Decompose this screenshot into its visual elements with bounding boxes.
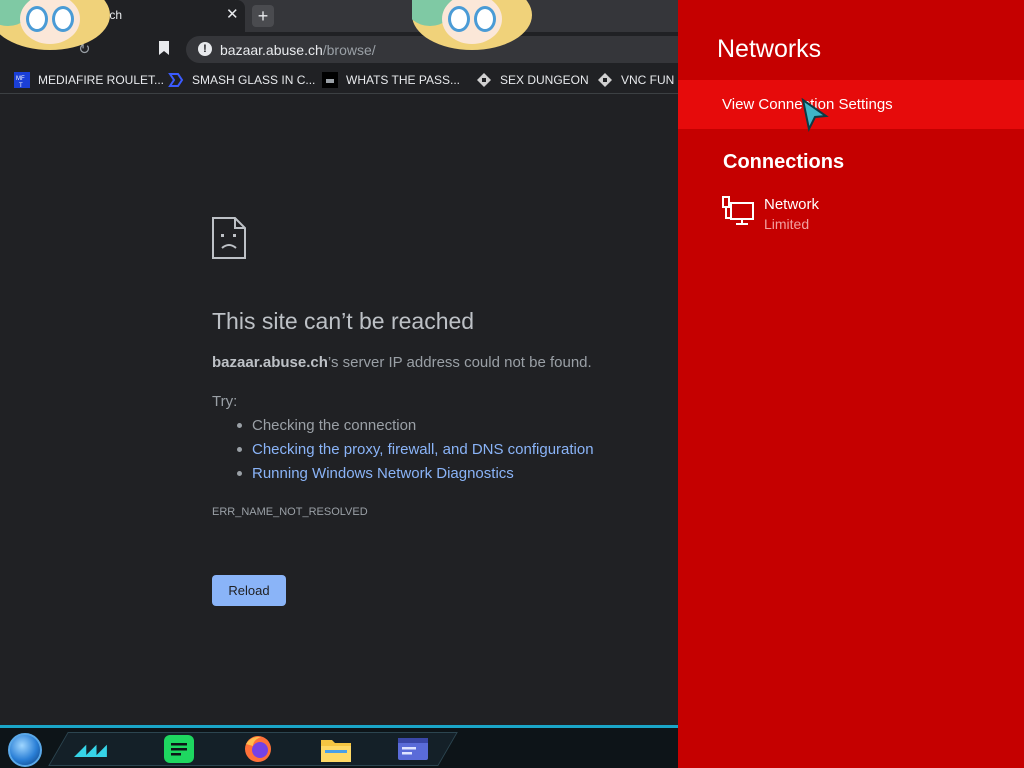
suggestion-link-proxy[interactable]: Checking the proxy, firewall, and DNS co…: [237, 441, 594, 465]
try-label: Try:: [212, 393, 238, 410]
sad-page-icon: [212, 217, 246, 259]
error-host: bazaar.abuse.ch: [212, 354, 328, 371]
bookmarks-bar: MF T MEDIAFIRE ROULET... SMASH GLASS IN C…: [0, 66, 678, 94]
url-host: bazaar.abuse.ch: [220, 42, 323, 58]
taskbar: ◢◢◢: [0, 725, 678, 768]
bookmark-label: VNC FUN: [621, 73, 675, 87]
error-page: This site can’t be reached bazaar.abuse.…: [0, 95, 678, 725]
firefox-icon[interactable]: [241, 734, 275, 764]
bookmark-app-icon: [598, 73, 612, 87]
character-sticker-icon: [0, 0, 110, 60]
panel-title: Networks: [717, 35, 822, 63]
bookmark-item[interactable]: SMASH GLASS IN C...: [168, 72, 315, 88]
bookmark-app-icon: [322, 72, 338, 88]
network-connection-item[interactable]: Network Limited: [722, 193, 922, 239]
suggestion-list: Checking the connection Checking the pro…: [237, 417, 594, 489]
bookmark-item[interactable]: WHATS THE PASS...: [322, 72, 460, 88]
reload-button[interactable]: Reload: [212, 575, 286, 606]
connections-heading: Connections: [723, 151, 845, 173]
error-code: ERR_NAME_NOT_RESOLVED: [212, 506, 368, 518]
svg-text:MF: MF: [16, 76, 25, 82]
bookmark-label: SEX DUNGEON: [500, 73, 589, 87]
network-name: Network: [764, 196, 820, 213]
network-status: Limited: [764, 216, 810, 232]
browser-window: .ch ✕ + ↻ ! bazaar.abuse.ch/browse/ MF T …: [0, 0, 686, 768]
mouse-cursor-icon: [801, 98, 829, 132]
chat-app-icon[interactable]: [162, 734, 196, 764]
error-description: bazaar.abuse.ch’s server IP address coul…: [212, 354, 592, 371]
new-tab-button[interactable]: +: [252, 5, 274, 27]
tab-close-icon[interactable]: ✕: [226, 6, 239, 24]
bookmark-label: SMASH GLASS IN C...: [192, 73, 316, 87]
bookmark-label: MEDIAFIRE ROULET...: [38, 73, 165, 87]
bookmark-app-icon: [477, 73, 491, 87]
url-path: /browse/: [322, 42, 376, 58]
url-text: bazaar.abuse.ch/browse/: [220, 42, 376, 58]
start-orb-icon[interactable]: [8, 733, 42, 767]
error-title: This site can’t be reached: [212, 308, 475, 334]
wired-network-icon: [722, 196, 754, 225]
mediafire-icon: MFT: [14, 72, 30, 88]
window-app-icon[interactable]: [396, 734, 430, 764]
networks-panel: Networks View Connection Settings Connec…: [678, 0, 1024, 768]
error-description-text: ’s server IP address could not be found.: [327, 354, 592, 371]
svg-text:T: T: [19, 83, 23, 88]
character-sticker-icon: [412, 0, 532, 62]
bookmark-icon[interactable]: [158, 40, 170, 56]
bookmark-label: WHATS THE PASS...: [346, 73, 461, 87]
suggestion-item: Checking the connection: [237, 417, 594, 441]
suggestion-link-diagnostics[interactable]: Running Windows Network Diagnostics: [237, 465, 594, 489]
bookmark-item[interactable]: VNC FUN: [597, 72, 674, 88]
file-explorer-icon[interactable]: [319, 734, 353, 764]
view-connection-settings-button[interactable]: View Connection Settings: [678, 80, 1024, 129]
site-info-icon[interactable]: !: [198, 42, 212, 56]
bookmark-app-icon: [168, 73, 184, 87]
bookmark-item[interactable]: MF T MEDIAFIRE ROULET...: [14, 72, 164, 88]
bookmark-item[interactable]: SEX DUNGEON: [476, 72, 589, 88]
chevron-icon: ◢◢◢: [74, 742, 107, 759]
